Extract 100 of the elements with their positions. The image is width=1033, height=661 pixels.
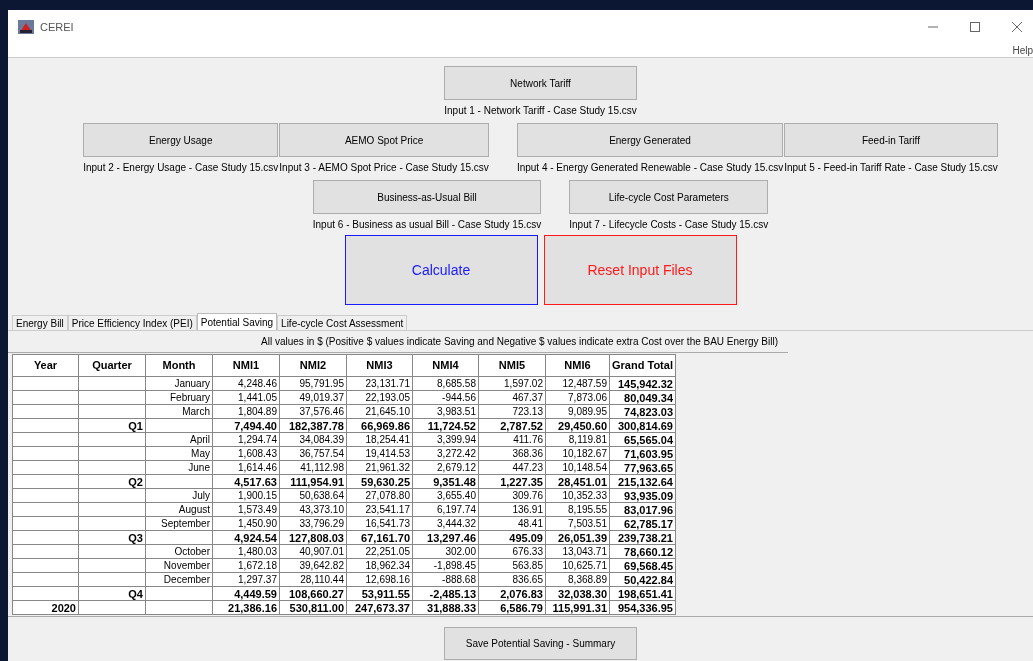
table-cell: 12,487.59 [545, 376, 610, 391]
file-caption: Input 6 - Business as usual Bill - Case Study 15.csv [312, 218, 542, 231]
file-caption: Input 5 - Feed-in Tariff Rate - Case Study 15.csv [784, 161, 998, 174]
table-cell: September [145, 516, 213, 531]
table-cell: 1,297.37 [212, 572, 280, 587]
save-summary-button[interactable]: Save Potential Saving - Summary [444, 627, 637, 660]
table-cell: 309.76 [478, 488, 546, 503]
column-header: NMI2 [279, 354, 347, 377]
table-cell: 563.85 [478, 558, 546, 573]
table-cell: 16,541.73 [346, 516, 413, 531]
table-cell: April [145, 432, 213, 447]
column-header: NMI4 [412, 354, 479, 377]
table-cell: 13,297.46 [412, 530, 479, 545]
table-cell: 8,119.81 [545, 432, 610, 447]
table-cell: October [145, 544, 213, 559]
table-cell: July [145, 488, 213, 503]
table-cell: 22,251.05 [346, 544, 413, 559]
menu-item[interactable]: Help [1012, 44, 1033, 57]
column-header: Month [145, 354, 213, 377]
input-button[interactable]: Feed-in Tariff [784, 123, 998, 157]
table-cell: 31,888.33 [412, 600, 479, 615]
table-cell: May [145, 446, 213, 461]
table-cell: 78,660.12 [609, 544, 676, 559]
table-cell: December [145, 572, 213, 587]
table-cell: 10,625.71 [545, 558, 610, 573]
table-cell: 247,673.37 [346, 600, 413, 615]
tab[interactable]: Potential Saving [196, 313, 278, 330]
table-cell: 4,449.59 [212, 586, 280, 601]
table-cell: 36,757.54 [279, 446, 347, 461]
table-cell: 182,387.78 [279, 418, 347, 433]
file-caption: Input 2 - Energy Usage - Case Study 15.csv [83, 161, 279, 174]
table-cell: 3,444.32 [412, 516, 479, 531]
table-cell: 10,182.67 [545, 446, 610, 461]
file-caption: Input 1 - Network Tariff - Case Study 15.csv [444, 104, 637, 117]
table-cell: 467.37 [478, 390, 546, 405]
table-cell: 8,685.58 [412, 376, 479, 391]
table-cell: 495.09 [478, 530, 546, 545]
table-cell: 69,568.45 [609, 558, 676, 573]
table-cell: 7,873.06 [545, 390, 610, 405]
table-cell: 37,576.46 [279, 404, 347, 419]
table-cell: 21,645.10 [346, 404, 413, 419]
table-cell: 7,503.51 [545, 516, 610, 531]
table-cell: 65,565.04 [609, 432, 676, 447]
table-cell: 50,422.84 [609, 572, 676, 587]
file-caption: Input 4 - Energy Generated Renewable - Case Study 15.csv [516, 161, 784, 174]
table-cell: 1,804.89 [212, 404, 280, 419]
table-cell: 2,787.52 [478, 418, 546, 433]
table-cell: 215,132.64 [609, 474, 676, 489]
table-cell: 1,608.43 [212, 446, 280, 461]
table-cell: -1,898.45 [412, 558, 479, 573]
table-cell: June [145, 460, 213, 475]
table-cell: 198,651.41 [609, 586, 676, 601]
column-header: Year [12, 354, 79, 377]
table-cell: 239,738.21 [609, 530, 676, 545]
table-cell: 28,110.44 [279, 572, 347, 587]
table-cell: 8,368.89 [545, 572, 610, 587]
table-cell: 43,373.10 [279, 502, 347, 517]
table-cell: November [145, 558, 213, 573]
table-cell: 2020 [12, 600, 79, 615]
table-cell: 9,089.95 [545, 404, 610, 419]
close-icon[interactable] [1011, 21, 1023, 33]
table-cell: 127,808.03 [279, 530, 347, 545]
table-cell: 28,451.01 [545, 474, 610, 489]
table-cell: 40,907.01 [279, 544, 347, 559]
table-cell: 954,336.95 [609, 600, 676, 615]
maximize-icon[interactable] [969, 21, 981, 33]
input-button[interactable]: AEMO Spot Price [279, 123, 489, 157]
table-cell: 39,642.82 [279, 558, 347, 573]
tab[interactable]: Life-cycle Cost Assessment [277, 315, 408, 330]
tab[interactable]: Price Efficiency Index (PEI) [67, 315, 197, 330]
table-cell: 23,131.71 [346, 376, 413, 391]
input-button[interactable]: Business-as-Usual Bill [312, 180, 542, 214]
note-text: All values in $ (Positive $ values indicate Saving and Negative $ values indicate extra Cost over the BAU Energy Bill) [8, 331, 788, 353]
table-cell: 447.23 [478, 460, 546, 475]
table-cell: 74,823.03 [609, 404, 676, 419]
input-button[interactable]: Energy Generated [516, 123, 784, 157]
table-cell: -944.56 [412, 390, 479, 405]
table-cell: 50,638.64 [279, 488, 347, 503]
tab[interactable]: Energy Bill [12, 315, 68, 330]
column-header: NMI6 [545, 354, 610, 377]
table-cell: 41,112.98 [279, 460, 347, 475]
table-cell: 34,084.39 [279, 432, 347, 447]
table-cell: 66,969.86 [346, 418, 413, 433]
table-cell: 136.91 [478, 502, 546, 517]
table-cell: 4,248.46 [212, 376, 280, 391]
action-button[interactable]: Calculate [344, 235, 538, 305]
table-cell: -2,485.13 [412, 586, 479, 601]
table-cell: 62,785.17 [609, 516, 676, 531]
table-cell: 3,983.51 [412, 404, 479, 419]
column-header: NMI1 [212, 354, 280, 377]
table-cell: 4,517.63 [212, 474, 280, 489]
table-cell: 22,193.05 [346, 390, 413, 405]
table-cell: January [145, 376, 213, 391]
table-cell: 3,272.42 [412, 446, 479, 461]
input-button[interactable]: Network Tariff [444, 66, 637, 100]
table-cell: 29,450.60 [545, 418, 610, 433]
table-cell: 1,614.46 [212, 460, 280, 475]
table-cell: February [145, 390, 213, 405]
input-button[interactable]: Life-cycle Cost Parameters [569, 180, 769, 214]
input-button[interactable]: Energy Usage [83, 123, 279, 157]
